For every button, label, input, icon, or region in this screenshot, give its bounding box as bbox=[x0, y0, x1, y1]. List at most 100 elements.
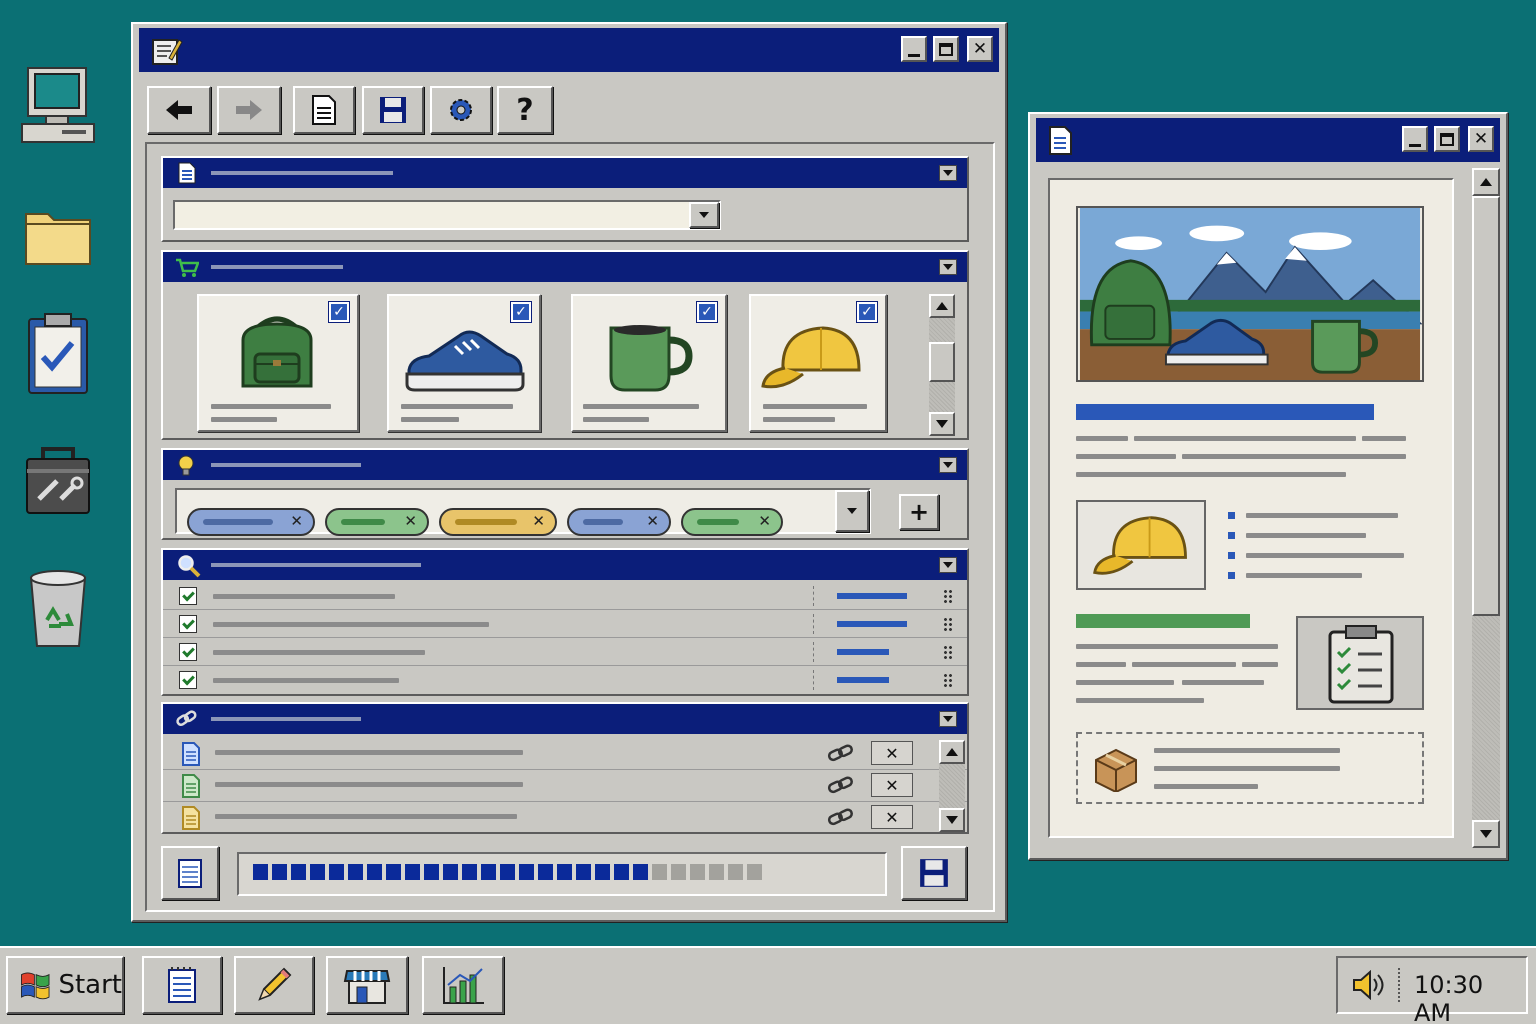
document-select[interactable] bbox=[173, 200, 721, 230]
tag-chip[interactable]: ✕ bbox=[681, 508, 783, 536]
document-select-dropdown[interactable] bbox=[689, 202, 719, 228]
tag-chip[interactable]: ✕ bbox=[187, 508, 315, 536]
product-card-cap[interactable]: ✓ bbox=[749, 294, 887, 432]
cart-scrollbar[interactable] bbox=[929, 294, 955, 436]
search-result-row[interactable] bbox=[163, 582, 967, 610]
link-icon[interactable] bbox=[827, 774, 855, 800]
scroll-up-button[interactable] bbox=[929, 294, 955, 318]
taskbar-chart-button[interactable] bbox=[422, 956, 504, 1014]
scroll-down-button[interactable] bbox=[939, 808, 965, 832]
preview-title-bar[interactable]: ✕ bbox=[1036, 118, 1500, 162]
row-checkbox[interactable] bbox=[179, 643, 197, 661]
tag-chip[interactable]: ✕ bbox=[439, 508, 557, 536]
clipboard-panel[interactable] bbox=[1296, 616, 1424, 710]
link-row[interactable]: ✕ bbox=[163, 802, 967, 834]
scroll-up-button[interactable] bbox=[1472, 168, 1500, 196]
footer-save-button[interactable] bbox=[901, 846, 967, 900]
close-button[interactable]: ✕ bbox=[1468, 126, 1494, 152]
taskbar-notepad-button[interactable] bbox=[142, 956, 222, 1014]
drop-zone[interactable] bbox=[1076, 732, 1424, 804]
save-button[interactable] bbox=[362, 86, 424, 134]
document-section-header[interactable] bbox=[163, 158, 967, 188]
product-checkbox[interactable]: ✓ bbox=[510, 301, 532, 323]
scroll-thumb[interactable] bbox=[929, 342, 955, 382]
scroll-down-button[interactable] bbox=[1472, 820, 1500, 848]
link-icon[interactable] bbox=[827, 742, 855, 769]
tag-input[interactable]: ✕ ✕ ✕ ✕ ✕ bbox=[175, 488, 871, 536]
tags-section-header[interactable] bbox=[163, 450, 967, 480]
product-card-sneaker[interactable]: ✓ bbox=[387, 294, 541, 432]
remove-link-button[interactable]: ✕ bbox=[871, 805, 913, 829]
link-row[interactable]: ✕ bbox=[163, 738, 967, 770]
link-row[interactable]: ✕ bbox=[163, 770, 967, 802]
computer-icon[interactable] bbox=[18, 60, 98, 150]
links-section-header[interactable] bbox=[163, 704, 967, 734]
tag-remove-button[interactable]: ✕ bbox=[646, 512, 659, 530]
maximize-button[interactable] bbox=[933, 36, 959, 62]
product-checkbox[interactable]: ✓ bbox=[696, 301, 718, 323]
add-tag-button[interactable]: + bbox=[899, 494, 939, 530]
recycle-bin-icon[interactable] bbox=[18, 562, 98, 652]
product-card-mug[interactable]: ✓ bbox=[571, 294, 727, 432]
drag-handle-icon[interactable] bbox=[943, 617, 953, 631]
drag-handle-icon[interactable] bbox=[943, 645, 953, 659]
tag-chip[interactable]: ✕ bbox=[325, 508, 429, 536]
links-scrollbar[interactable] bbox=[939, 740, 965, 832]
tag-remove-button[interactable]: ✕ bbox=[404, 512, 417, 530]
save-icon bbox=[380, 97, 406, 123]
close-button[interactable]: ✕ bbox=[967, 36, 993, 62]
settings-button[interactable] bbox=[430, 86, 492, 134]
taskbar-pencil-button[interactable] bbox=[234, 956, 314, 1014]
scroll-thumb[interactable] bbox=[1472, 196, 1500, 616]
maximize-button[interactable] bbox=[1434, 126, 1460, 152]
folder-icon[interactable] bbox=[18, 190, 98, 280]
preview-thumbnail[interactable] bbox=[1076, 500, 1206, 590]
collapse-button[interactable] bbox=[939, 711, 957, 727]
preview-scrollbar[interactable] bbox=[1472, 168, 1500, 848]
minimize-button[interactable] bbox=[901, 36, 927, 62]
start-button[interactable]: Start bbox=[6, 956, 124, 1014]
search-result-row[interactable] bbox=[163, 666, 967, 694]
new-document-button[interactable] bbox=[293, 86, 355, 134]
help-button[interactable]: ? bbox=[497, 86, 553, 134]
title-bar[interactable]: ✕ bbox=[139, 28, 999, 72]
row-checkbox[interactable] bbox=[179, 671, 197, 689]
progress-bar bbox=[237, 852, 887, 896]
collapse-button[interactable] bbox=[939, 457, 957, 473]
drag-handle-icon[interactable] bbox=[943, 673, 953, 687]
scroll-down-button[interactable] bbox=[929, 412, 955, 436]
taskbar-store-button[interactable] bbox=[326, 956, 408, 1014]
tag-remove-button[interactable]: ✕ bbox=[532, 512, 545, 530]
row-value-bar bbox=[837, 677, 889, 683]
toolbox-icon[interactable] bbox=[18, 436, 98, 526]
clipboard-checklist-icon[interactable] bbox=[18, 308, 98, 398]
cart-section-header[interactable] bbox=[163, 252, 967, 282]
search-result-row[interactable] bbox=[163, 610, 967, 638]
collapse-button[interactable] bbox=[939, 259, 957, 275]
notes-button[interactable] bbox=[161, 846, 219, 900]
scroll-up-button[interactable] bbox=[939, 740, 965, 764]
link-icon[interactable] bbox=[827, 806, 855, 832]
back-button[interactable] bbox=[147, 86, 211, 134]
row-checkbox[interactable] bbox=[179, 615, 197, 633]
collapse-button[interactable] bbox=[939, 557, 957, 573]
tag-chip[interactable]: ✕ bbox=[567, 508, 671, 536]
drag-handle-icon[interactable] bbox=[943, 589, 953, 603]
collapse-button[interactable] bbox=[939, 165, 957, 181]
minimize-button[interactable] bbox=[1402, 126, 1428, 152]
remove-link-button[interactable]: ✕ bbox=[871, 773, 913, 797]
search-result-row[interactable] bbox=[163, 638, 967, 666]
tag-remove-button[interactable]: ✕ bbox=[290, 512, 303, 530]
progress-segment bbox=[671, 864, 686, 880]
product-checkbox[interactable]: ✓ bbox=[328, 301, 350, 323]
tag-remove-button[interactable]: ✕ bbox=[758, 512, 771, 530]
package-icon bbox=[1095, 748, 1137, 792]
row-checkbox[interactable] bbox=[179, 587, 197, 605]
product-card-backpack[interactable]: ✓ bbox=[197, 294, 359, 432]
forward-button[interactable] bbox=[217, 86, 281, 134]
speaker-icon[interactable] bbox=[1352, 969, 1384, 1004]
search-section-header[interactable] bbox=[163, 550, 967, 580]
tag-dropdown-button[interactable] bbox=[835, 490, 869, 532]
remove-link-button[interactable]: ✕ bbox=[871, 741, 913, 765]
product-checkbox[interactable]: ✓ bbox=[856, 301, 878, 323]
